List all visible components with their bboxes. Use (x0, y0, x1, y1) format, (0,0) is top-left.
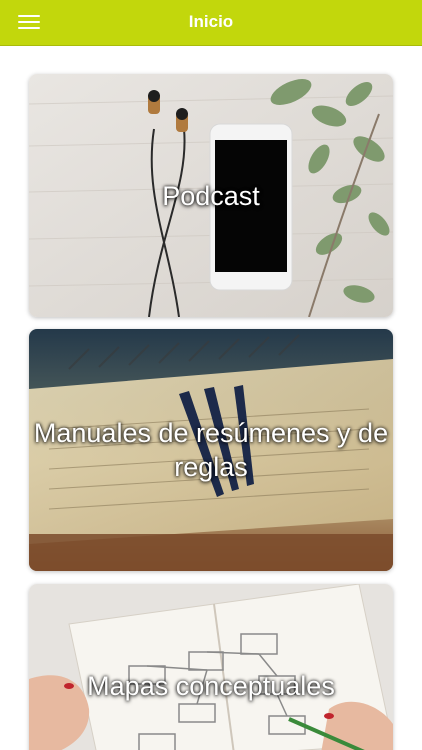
manuals-card[interactable]: Manuales de resúmenes y de reglas (29, 329, 393, 571)
page-title: Inicio (188, 12, 234, 31)
podcast-card-label: Podcast (162, 180, 260, 211)
concept-maps-card[interactable]: Mapas conceptuales (29, 584, 393, 750)
manuals-card-label: Manuales de resúmenes y de reglas (33, 418, 389, 482)
top-navigation-bar: Inicio (0, 0, 422, 46)
podcast-card[interactable]: Podcast (29, 74, 393, 317)
concept-maps-card-label: Mapas conceptuales (87, 671, 335, 701)
concept-maps-card-image (29, 584, 393, 750)
home-screen: Inicio Podcast Manuales de resúmenes y d… (0, 0, 422, 750)
